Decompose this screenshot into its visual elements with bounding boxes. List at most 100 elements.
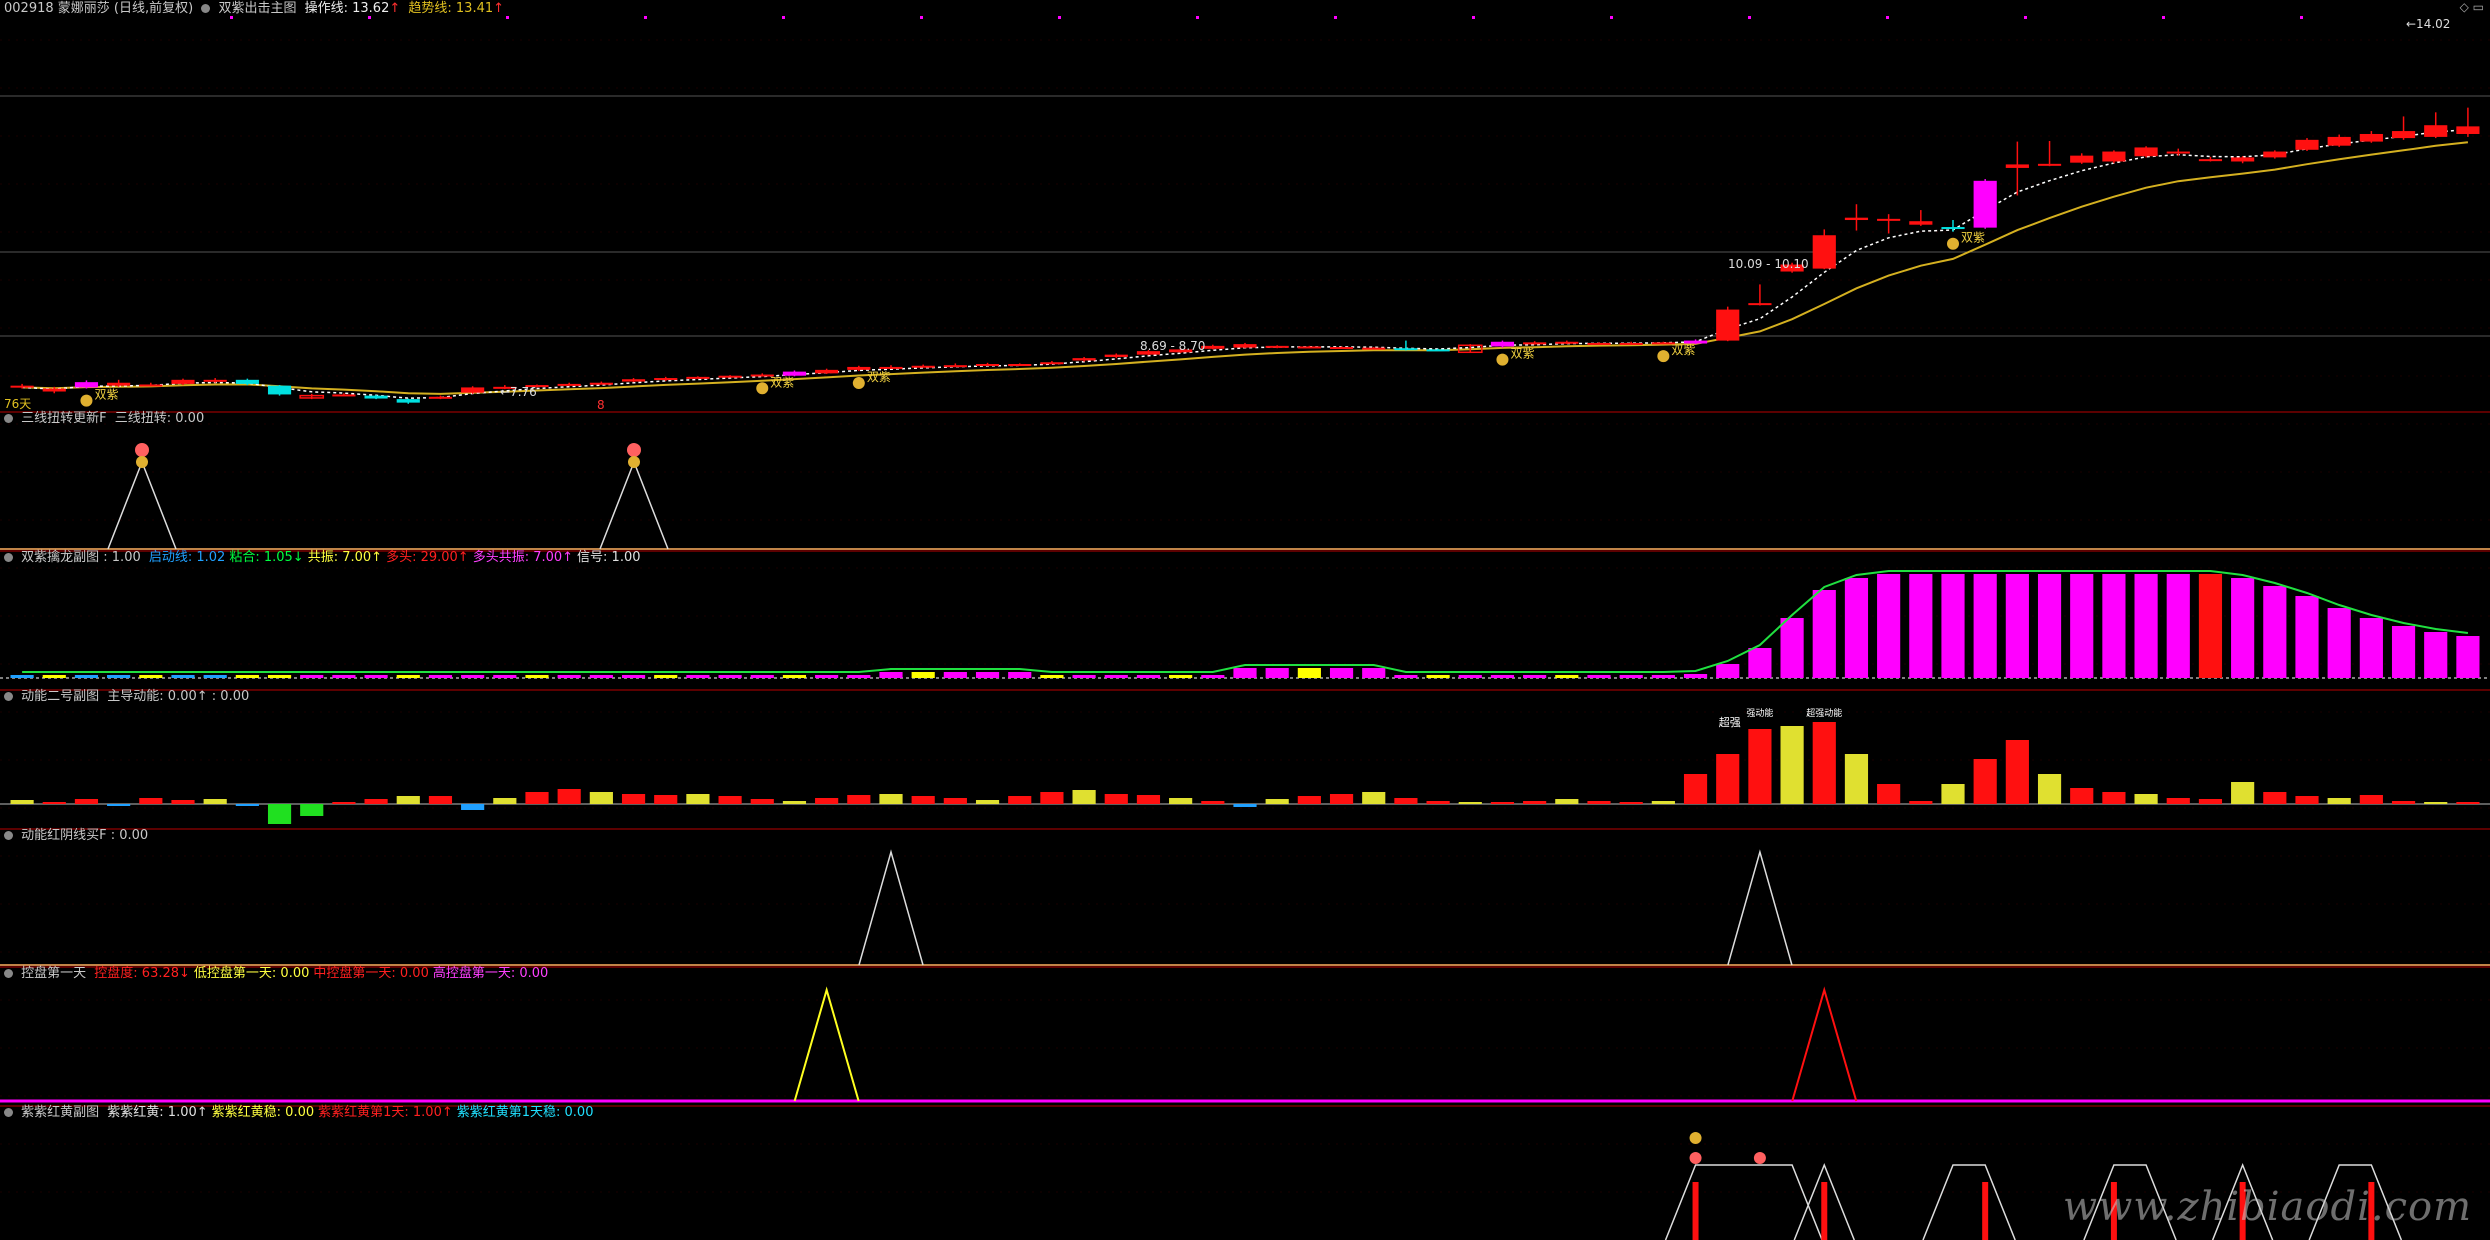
panel2-bar bbox=[718, 675, 742, 678]
top-tick bbox=[1196, 16, 1199, 19]
candle-body bbox=[1008, 364, 1032, 367]
panel3-header: 动能二号副图 主导动能: 0.00↑ : 0.00 bbox=[4, 689, 253, 705]
panel3-bar bbox=[975, 800, 1000, 804]
panel2-bar bbox=[2198, 574, 2223, 678]
panel3-settings-icon[interactable] bbox=[4, 692, 13, 701]
candle-body bbox=[1394, 348, 1418, 351]
panel2-bar bbox=[332, 675, 356, 678]
panel2-bar bbox=[975, 672, 1000, 678]
signal-coin-icon bbox=[80, 394, 93, 407]
panel6-coin-icon bbox=[1689, 1132, 1702, 1144]
panel3-bar bbox=[1523, 801, 1547, 804]
panel6-red-bar bbox=[1982, 1182, 1989, 1240]
trend-line-value: 趋势线: 13.41↑ bbox=[408, 1, 505, 16]
panel2-bar bbox=[1490, 675, 1515, 678]
panel3-bar bbox=[621, 794, 646, 804]
signal-coin-icon bbox=[1496, 353, 1509, 366]
candle-body bbox=[107, 382, 131, 386]
candle-body bbox=[557, 383, 581, 386]
panel5-header: 控盘第一天 控盘度: 63.28↓ 低控盘第一天: 0.00 中控盘第一天: 0.0… bbox=[4, 966, 556, 982]
panel3-bar bbox=[1555, 799, 1579, 804]
panel3-bar bbox=[1201, 801, 1225, 804]
panel2-settings-icon[interactable] bbox=[4, 553, 13, 562]
panel1-title: 三线扭转更新F bbox=[21, 411, 107, 426]
panel2-bar bbox=[621, 675, 646, 678]
panel6-plateau bbox=[1922, 1164, 2016, 1240]
panel1-coin-icon bbox=[136, 456, 148, 468]
panel2-bar bbox=[1072, 675, 1096, 678]
candle-body bbox=[2005, 164, 2029, 168]
panel2-bar bbox=[943, 672, 967, 678]
panel3-bar bbox=[815, 798, 839, 804]
panel3-bar bbox=[1426, 801, 1450, 804]
signal-label: 双紫 bbox=[94, 388, 118, 402]
panel2-bar bbox=[2070, 574, 2094, 678]
panel5-settings-icon[interactable] bbox=[4, 969, 13, 978]
panel3-bar bbox=[782, 801, 807, 804]
panel2-bar bbox=[235, 675, 259, 678]
panel3-bar bbox=[1136, 795, 1161, 804]
panel3-bar bbox=[1909, 801, 1933, 804]
panel3-bar bbox=[525, 792, 549, 804]
top-tick bbox=[920, 16, 923, 19]
panel3-bar bbox=[1394, 798, 1418, 804]
panel3-bar bbox=[2295, 796, 2319, 804]
panel6-item-3: 紫紫红黄第1天稳: 0.00 bbox=[456, 1105, 594, 1120]
panel2-item-5: 信号: 1.00 bbox=[577, 550, 641, 565]
stock-title: 002918 蒙娜丽莎 (日线,前复权) bbox=[4, 1, 194, 16]
panel3-bar bbox=[1973, 759, 1997, 804]
panel3-bar bbox=[1941, 784, 1965, 804]
window-controls-icon[interactable]: ◇ ▭ bbox=[2460, 0, 2484, 14]
panel2-bar bbox=[74, 675, 99, 678]
panel6-gift-icon bbox=[1753, 1152, 1766, 1164]
panel4-peak bbox=[1727, 849, 1793, 966]
panel1-value: 三线扭转: 0.00 bbox=[114, 411, 205, 426]
panel3-bar bbox=[1587, 801, 1611, 804]
candle-body bbox=[2456, 126, 2480, 134]
panel3-bar bbox=[2359, 795, 2383, 804]
panel2-bar bbox=[1523, 675, 1547, 678]
panel6-header: 紫紫红黄副图 紫紫红黄: 1.00↑ 紫紫红黄稳: 0.00 紫紫红黄第1天: 1.… bbox=[4, 1105, 601, 1121]
panel2-bar bbox=[1877, 574, 1901, 678]
panel2-bar bbox=[107, 675, 131, 678]
panel1-gift-icon bbox=[627, 443, 641, 457]
panel2-bar bbox=[2424, 632, 2448, 678]
panel2-bar bbox=[2263, 586, 2287, 678]
settings-icon[interactable] bbox=[201, 4, 211, 13]
price-label-upper: 10.09 - 10.10 bbox=[1728, 257, 1809, 271]
panel2-bar bbox=[2359, 618, 2383, 678]
candle-body bbox=[943, 365, 967, 368]
top-tick bbox=[644, 16, 647, 19]
candle-body bbox=[2102, 151, 2126, 162]
panel3-bar bbox=[1265, 799, 1289, 804]
panel3-bar bbox=[1651, 801, 1675, 804]
candle-body bbox=[1072, 358, 1096, 361]
panel2-bar bbox=[1780, 618, 1804, 678]
panel6-settings-icon[interactable] bbox=[4, 1108, 13, 1117]
panel2-bar bbox=[1812, 590, 1836, 678]
candle-body bbox=[1877, 218, 1901, 221]
candle-body bbox=[2359, 133, 2383, 142]
candle-body bbox=[654, 378, 678, 381]
panel3-bar bbox=[2327, 798, 2351, 804]
panel1-settings-icon[interactable] bbox=[4, 414, 13, 423]
signal-label: 双紫 bbox=[770, 375, 794, 389]
panel3-bar bbox=[1104, 794, 1128, 804]
candle-body bbox=[2327, 136, 2351, 146]
panel3-bar bbox=[686, 794, 710, 804]
panel1-header: 三线扭转更新F 三线扭转: 0.00 bbox=[4, 411, 208, 427]
candle-body bbox=[2424, 125, 2448, 137]
panel5-item-2: 中控盘第一天: 0.00 bbox=[313, 966, 429, 981]
candle-body bbox=[1233, 344, 1257, 348]
panel3-bar bbox=[2391, 801, 2416, 804]
candle-body bbox=[1426, 349, 1450, 352]
panel3-bar bbox=[461, 804, 485, 810]
panel3-bar bbox=[1683, 774, 1708, 804]
panel2-bar bbox=[171, 675, 195, 678]
panel4-header: 动能红阴线买F : 0.00 bbox=[4, 828, 152, 844]
panel2-bar bbox=[1587, 675, 1611, 678]
panel2-bar bbox=[2134, 574, 2158, 678]
panel4-settings-icon[interactable] bbox=[4, 831, 13, 840]
candle-body bbox=[2263, 151, 2287, 158]
chart-canvas[interactable]: 双紫双紫 双紫双紫 双紫双紫←7.768.69 - 8.7010.09 - 10.1… bbox=[0, 0, 2490, 1240]
